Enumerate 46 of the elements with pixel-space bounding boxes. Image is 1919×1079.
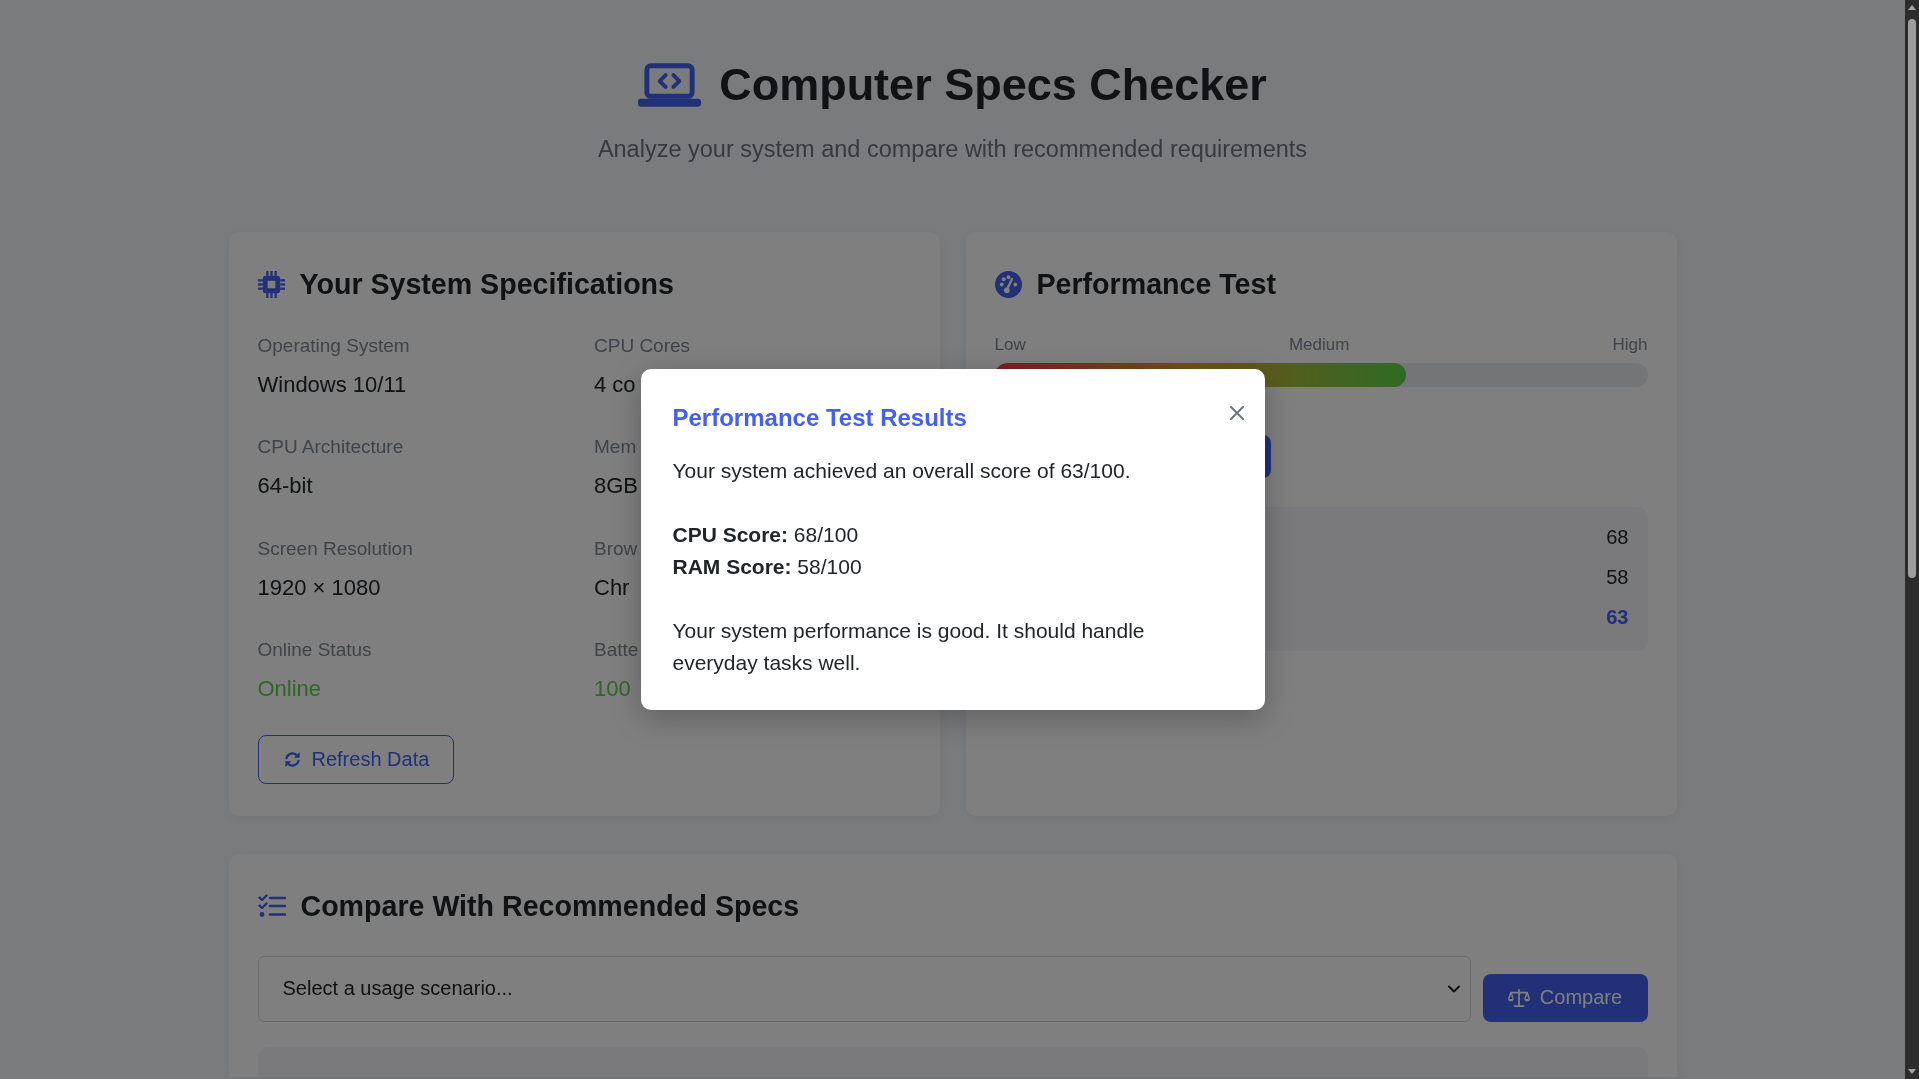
microchip-icon xyxy=(257,270,285,298)
spec-label: Operating System xyxy=(257,333,410,357)
score-line: CPU Score: 68/100 xyxy=(672,522,859,548)
score-value: 58 xyxy=(1606,565,1629,589)
page-subtitle: Analyze your system and compare with recommended requirements xyxy=(597,135,1308,164)
spec-value: 1920 × 1080 xyxy=(257,574,381,601)
score-line: RAM Score: 58/100 xyxy=(672,554,862,580)
scale-label: High xyxy=(1612,333,1648,355)
card-title: Your System Specifications xyxy=(299,267,674,301)
dialog-summary: Your system achieved an overall score of 63/100. xyxy=(672,458,1132,484)
spec-value: 100 xyxy=(594,676,631,702)
spec-value: Windows 10/11 xyxy=(257,371,407,398)
spec-value: 8GB xyxy=(594,473,639,499)
spec-label: CPU Cores xyxy=(594,333,691,357)
scrollbar-thumb[interactable] xyxy=(1908,19,1916,578)
spec-value: Chr xyxy=(594,574,630,601)
refresh-icon xyxy=(282,750,302,769)
spec-value: Online xyxy=(257,676,322,702)
scenario-select[interactable]: Select a usage scenario... xyxy=(257,955,1471,1022)
card-title: Performance Test xyxy=(1036,267,1276,301)
spec-label: Screen Resolution xyxy=(257,536,413,560)
spec-label: Mem xyxy=(594,435,637,458)
laptop-code-icon xyxy=(638,63,702,107)
spec-label: Brow xyxy=(594,536,638,560)
spec-label: Batte xyxy=(594,638,639,661)
checklist-icon xyxy=(257,894,286,918)
gauge-icon xyxy=(994,270,1022,298)
refresh-button[interactable]: Refresh Data xyxy=(257,735,455,784)
dialog-verdict: Your system performance is good. It should handle everyday tasks well. xyxy=(672,618,1146,676)
score-value: 63 xyxy=(1606,605,1629,629)
spec-label: CPU Architecture xyxy=(257,435,404,458)
scale-label: Medium xyxy=(1288,333,1350,355)
card-title: Compare With Recommended Specs xyxy=(300,889,800,923)
spec-value: 64-bit xyxy=(257,473,313,499)
up-arrow-icon[interactable] xyxy=(1908,5,1916,10)
dialog-title: Performance Test Results xyxy=(672,403,967,433)
page-title: Computer Specs Checker xyxy=(719,58,1267,112)
scale-icon xyxy=(1507,988,1530,1007)
spec-value: 4 co xyxy=(594,371,636,398)
chevron-down-icon xyxy=(1447,984,1460,993)
compare-button[interactable]: Compare xyxy=(1482,973,1648,1022)
spec-label: Online Status xyxy=(257,638,372,661)
down-arrow-icon[interactable] xyxy=(1908,1069,1916,1074)
score-value: 68 xyxy=(1606,525,1629,549)
close-icon xyxy=(1229,406,1244,420)
scale-label: Low xyxy=(994,333,1026,355)
